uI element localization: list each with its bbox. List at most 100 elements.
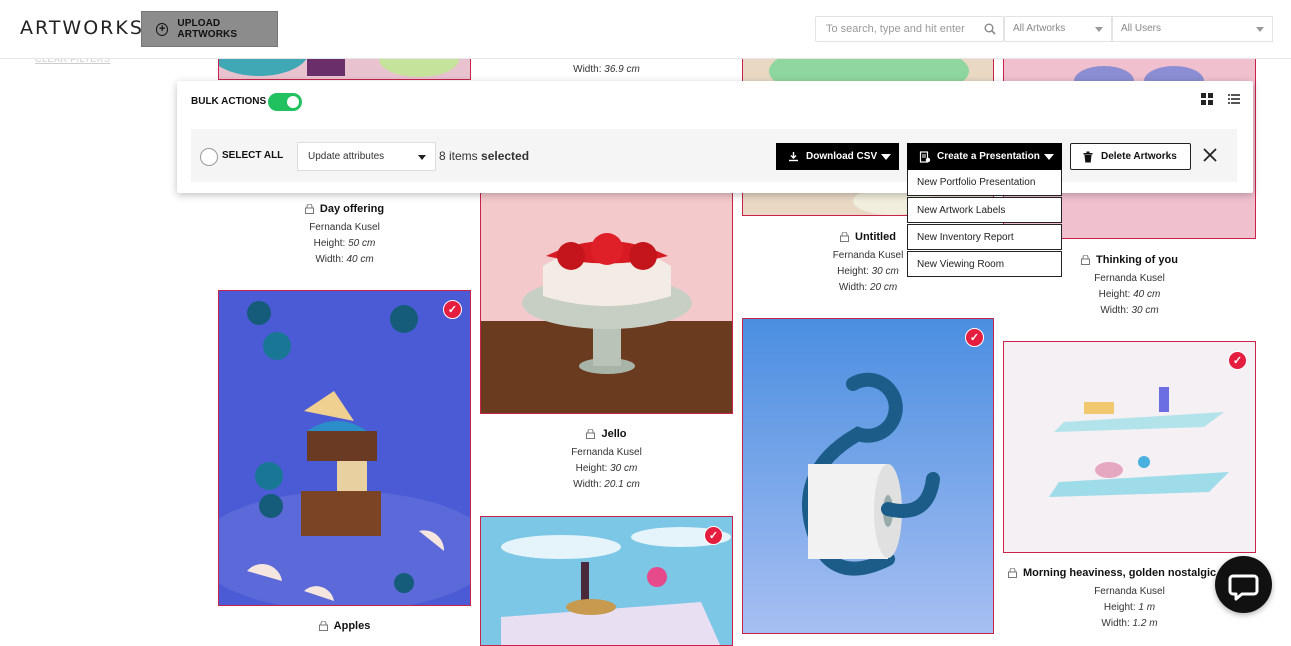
lock-icon <box>840 232 850 242</box>
lock-icon <box>586 429 596 439</box>
users-filter-select[interactable]: All Users <box>1112 16 1273 42</box>
selected-word: selected <box>481 149 530 163</box>
artwork-meta-apples: Apples <box>218 618 471 637</box>
artwork-image-apples[interactable] <box>218 290 471 606</box>
chat-button[interactable] <box>1215 556 1272 613</box>
search-placeholder: To search, type and hit enter <box>826 23 965 35</box>
plus-icon: + <box>156 22 169 36</box>
height-label: Height: <box>1098 289 1131 300</box>
bulk-actions-bar: SELECT ALL Update attributes 8 items sel… <box>191 129 1237 182</box>
width-label: Width: <box>1100 305 1129 316</box>
height-value: 40 cm <box>1133 289 1161 300</box>
chevron-down-icon <box>1256 27 1264 32</box>
height-label: Height: <box>1103 602 1136 613</box>
search-input[interactable]: To search, type and hit enter <box>815 16 1004 42</box>
download-icon <box>789 152 798 162</box>
chat-bubble-icon <box>1228 574 1259 601</box>
page-title: ARTWORKS <box>20 17 144 39</box>
presentation-icon <box>919 150 931 163</box>
bulk-actions-label: BULK ACTIONS <box>191 96 267 107</box>
artwork-image-toilet-paper[interactable] <box>742 318 994 634</box>
selected-count-number: 8 items <box>439 149 478 163</box>
width-value: 36.9 cm <box>604 64 640 75</box>
width-label: Width: <box>315 254 344 265</box>
caret-down-icon <box>418 155 426 160</box>
create-presentation-button[interactable]: Create a Presentation <box>907 143 1062 170</box>
selected-count: 8 items selected <box>439 149 529 163</box>
users-filter-value: All Users <box>1121 23 1162 34</box>
width-value: 20.1 cm <box>604 479 640 490</box>
create-presentation-label: Create a Presentation <box>937 151 1040 162</box>
artwork-artist: Fernanda Kusel <box>309 222 380 233</box>
artwork-meta-jello: Jello Fernanda Kusel Height: 30 cm Width… <box>480 426 733 493</box>
artwork-painting <box>481 171 732 413</box>
height-label: Height: <box>575 463 608 474</box>
height-label: Height: <box>313 238 346 249</box>
top-bar: ARTWORKS + UPLOAD ARTWORKS To search, ty… <box>0 0 1291 59</box>
width-label: Width: <box>573 479 602 490</box>
artwork-title[interactable]: Apples <box>334 618 371 634</box>
artwork-painting <box>481 517 732 645</box>
height-value: 30 cm <box>610 463 638 474</box>
presentation-dropdown-menu: New Portfolio Presentation New Artwork L… <box>907 170 1062 278</box>
artwork-painting <box>743 319 993 633</box>
height-label: Height: <box>837 266 869 277</box>
artwork-image[interactable] <box>480 516 733 646</box>
width-value: 20 cm <box>869 282 898 293</box>
artwork-meta-day-offering: Day offering Fernanda Kusel Height: 50 c… <box>218 201 471 268</box>
delete-artworks-label: Delete Artworks <box>1101 151 1177 162</box>
list-view-icon[interactable] <box>1227 92 1241 106</box>
height-value: 1 m <box>1138 602 1156 613</box>
delete-artworks-button[interactable]: Delete Artworks <box>1070 143 1191 170</box>
lock-icon <box>318 621 328 631</box>
caret-down-icon <box>881 154 891 160</box>
bulk-actions-toggle[interactable] <box>268 93 302 111</box>
menu-item-inventory-report[interactable]: New Inventory Report <box>907 224 1062 250</box>
artwork-artist: Fernanda Kusel <box>571 447 642 458</box>
selected-check-icon[interactable]: ✓ <box>704 526 723 545</box>
artwork-painting <box>219 291 470 605</box>
lock-icon <box>1081 255 1091 265</box>
selected-check-icon[interactable]: ✓ <box>443 300 462 319</box>
height-value: 30 cm <box>871 266 899 277</box>
artworks-filter-select[interactable]: All Artworks <box>1004 16 1112 42</box>
artwork-title[interactable]: Jello <box>601 426 626 442</box>
close-icon[interactable] <box>1201 146 1219 164</box>
artwork-image-jello[interactable] <box>480 170 733 414</box>
upload-artworks-button[interactable]: + UPLOAD ARTWORKS <box>141 11 278 47</box>
height-value: 50 cm <box>348 238 376 249</box>
trash-icon <box>1083 151 1093 162</box>
lock-icon <box>304 204 314 214</box>
selected-check-icon[interactable]: ✓ <box>1228 351 1247 370</box>
update-attributes-value: Update attributes <box>308 151 385 162</box>
artwork-image-morning[interactable] <box>1003 341 1256 553</box>
update-attributes-select[interactable]: Update attributes <box>297 142 436 171</box>
artwork-meta-morning: Morning heaviness, golden nostalgic enjo <box>1003 565 1233 584</box>
width-label: Width: <box>838 282 868 293</box>
width-label: Width: <box>573 64 602 75</box>
menu-item-portfolio-presentation[interactable]: New Portfolio Presentation <box>907 170 1062 196</box>
caret-down-icon <box>1044 154 1054 160</box>
chevron-down-icon <box>1095 27 1103 32</box>
selected-check-icon[interactable]: ✓ <box>965 328 984 347</box>
width-label: Width: <box>1101 618 1130 629</box>
artwork-painting <box>1004 342 1255 552</box>
width-value: 1.2 m <box>1132 618 1158 629</box>
artwork-title[interactable]: Thinking of you <box>1096 252 1178 268</box>
width-value: 30 cm <box>1131 305 1159 316</box>
artworks-filter-value: All Artworks <box>1013 23 1066 34</box>
menu-item-viewing-room[interactable]: New Viewing Room <box>907 251 1062 277</box>
artwork-title[interactable]: Day offering <box>320 201 384 217</box>
search-icon[interactable] <box>984 23 996 35</box>
artwork-meta-top2: Width: 36.9 cm <box>480 62 733 78</box>
grid-view-icon[interactable] <box>1200 92 1214 106</box>
menu-item-artwork-labels[interactable]: New Artwork Labels <box>907 197 1062 223</box>
download-csv-button[interactable]: Download CSV <box>776 143 899 170</box>
width-value: 40 cm <box>346 254 374 265</box>
artwork-title[interactable]: Untitled <box>855 229 896 245</box>
artwork-title[interactable]: Morning heaviness, golden nostalgic enjo <box>1023 565 1233 581</box>
bulk-actions-panel: BULK ACTIONS SELECT ALL Update attribute… <box>177 81 1253 193</box>
select-all-radio[interactable] <box>200 148 218 166</box>
upload-label: UPLOAD ARTWORKS <box>177 18 238 40</box>
select-all-label[interactable]: SELECT ALL <box>222 150 283 161</box>
